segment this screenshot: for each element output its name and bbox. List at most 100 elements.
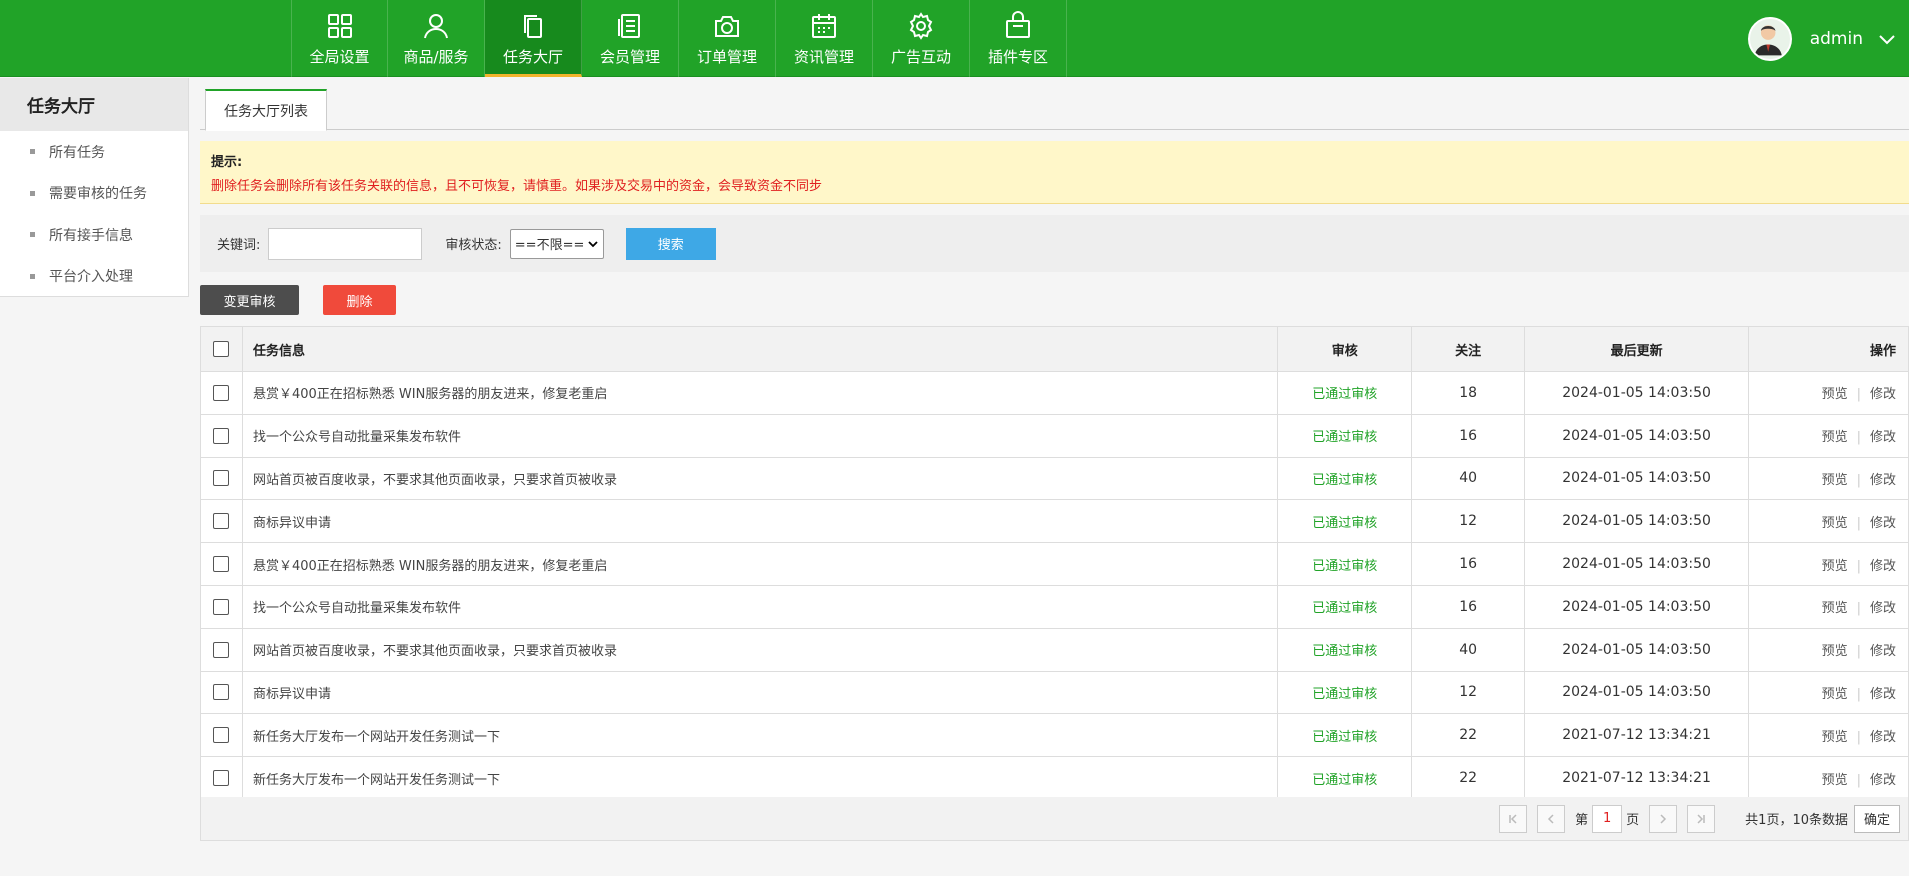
status-select[interactable]: ==不限== (509, 228, 604, 259)
first-page-icon (1509, 813, 1517, 824)
bullet-icon (30, 232, 35, 238)
row-checkbox[interactable] (213, 470, 230, 487)
task-title[interactable]: 商标异议申请 (241, 499, 1279, 544)
row-checkbox[interactable] (213, 684, 230, 701)
row-select-cell (200, 584, 243, 629)
nav-label: 全局设置 (309, 48, 370, 66)
last-updated: 2024-01-05 14:03:50 (1524, 542, 1750, 586)
notice-box: 提示: 删除任务会删除所有该任务关联的信息，且不可恢复，请慎重。如果涉及交易中的… (200, 141, 1909, 204)
row-select-cell (200, 670, 243, 715)
preview-link[interactable]: 预览 (1822, 601, 1848, 616)
sidebar-item-platform-intervention[interactable]: 平台介入处理 (0, 256, 188, 298)
task-title[interactable]: 悬赏￥400正在招标熟悉 WIN服务器的朋友进来，修复老重启 (241, 371, 1279, 415)
preview-link[interactable]: 预览 (1822, 559, 1848, 574)
last-page-icon (1697, 813, 1705, 824)
edit-link[interactable]: 修改 (1870, 601, 1896, 616)
task-title[interactable]: 新任务大厅发布一个网站开发任务测试一下 (241, 713, 1279, 758)
preview-link[interactable]: 预览 (1822, 430, 1848, 445)
tab-task-hall-list[interactable]: 任务大厅列表 (205, 89, 327, 131)
preview-link[interactable]: 预览 (1822, 473, 1848, 488)
task-title[interactable]: 网站首页被百度收录，不要求其他页面收录，只要求首页被收录 (241, 456, 1279, 501)
follow-count: 16 (1411, 584, 1526, 629)
edit-link[interactable]: 修改 (1870, 773, 1896, 788)
nav-item-member-management[interactable]: 会员管理 (582, 0, 679, 77)
sidebar-item-all-tasks[interactable]: 所有任务 (0, 131, 188, 173)
sidebar-item-all-takers[interactable]: 所有接手信息 (0, 214, 188, 256)
next-page-button[interactable] (1649, 804, 1678, 833)
nav-item-task-hall[interactable]: 任务大厅 (485, 0, 582, 77)
delete-button[interactable]: 删除 (323, 285, 396, 315)
search-button[interactable]: 搜索 (625, 227, 716, 260)
select-all-cell (200, 326, 243, 372)
row-operations: 预览 | 修改 (1748, 499, 1909, 544)
row-checkbox[interactable] (213, 513, 230, 530)
row-checkbox[interactable] (213, 770, 230, 787)
select-all-checkbox[interactable] (213, 341, 230, 357)
nav-item-order-management[interactable]: 订单管理 (679, 0, 776, 77)
sidebar-item-label: 所有任务 (49, 144, 105, 161)
edit-link[interactable]: 修改 (1870, 473, 1896, 488)
table-header-row: 任务信息 审核 关注 最后更新 操作 (200, 326, 1909, 372)
user-menu[interactable]: admin (1747, 0, 1897, 77)
preview-link[interactable]: 预览 (1822, 516, 1848, 531)
nav-item-ad-interaction[interactable]: 广告互动 (873, 0, 970, 77)
last-updated: 2024-01-05 14:03:50 (1524, 627, 1750, 672)
sidebar-list: 所有任务 需要审核的任务 所有接手信息 平台介入处理 (0, 131, 188, 297)
preview-link[interactable]: 预览 (1822, 730, 1848, 745)
edit-link[interactable]: 修改 (1870, 559, 1896, 574)
edit-link[interactable]: 修改 (1870, 730, 1896, 745)
change-review-button[interactable]: 变更审核 (200, 285, 299, 315)
chevron-right-icon (1660, 813, 1667, 824)
edit-link[interactable]: 修改 (1870, 644, 1896, 659)
sidebar-item-pending-review[interactable]: 需要审核的任务 (0, 173, 188, 215)
nav-item-global-settings[interactable]: 全局设置 (291, 0, 388, 77)
last-page-button[interactable] (1687, 804, 1716, 833)
edit-link[interactable]: 修改 (1870, 430, 1896, 445)
task-title[interactable]: 找一个公众号自动批量采集发布软件 (241, 413, 1279, 458)
task-title[interactable]: 新任务大厅发布一个网站开发任务测试一下 (241, 756, 1279, 800)
audit-status: 已通过审核 (1277, 584, 1413, 629)
row-operations: 预览 | 修改 (1748, 756, 1909, 800)
table-row: 网站首页被百度收录，不要求其他页面收录，只要求首页被收录 已通过审核 40 2024-… (200, 456, 1909, 501)
page-number-input[interactable]: 1 (1592, 804, 1623, 833)
audit-status: 已通过审核 (1277, 670, 1413, 715)
row-checkbox[interactable] (213, 384, 230, 401)
row-checkbox[interactable] (213, 727, 230, 744)
row-checkbox[interactable] (213, 641, 230, 658)
prev-page-button[interactable] (1537, 804, 1566, 833)
preview-link[interactable]: 预览 (1822, 387, 1848, 402)
last-updated: 2024-01-05 14:03:50 (1524, 413, 1750, 458)
page-total: 共1页，10条数据 (1745, 813, 1848, 828)
nav-item-plugin-zone[interactable]: 插件专区 (970, 0, 1067, 77)
row-select-cell (200, 413, 243, 458)
table-row: 找一个公众号自动批量采集发布软件 已通过审核 16 2024-01-05 14:03:… (200, 413, 1909, 458)
task-title[interactable]: 网站首页被百度收录，不要求其他页面收录，只要求首页被收录 (241, 627, 1279, 672)
row-select-cell (200, 542, 243, 586)
follow-count: 40 (1411, 456, 1526, 501)
first-page-button[interactable] (1499, 804, 1528, 833)
edit-link[interactable]: 修改 (1870, 387, 1896, 402)
op-separator: | (1856, 472, 1861, 488)
sidebar-item-label: 所有接手信息 (49, 227, 133, 244)
row-checkbox[interactable] (213, 427, 230, 444)
task-title[interactable]: 商标异议申请 (241, 670, 1279, 715)
row-checkbox[interactable] (213, 556, 230, 573)
confirm-page-button[interactable]: 确定 (1854, 804, 1900, 833)
user-name[interactable]: admin (1810, 29, 1863, 49)
keyword-input[interactable] (268, 227, 423, 260)
edit-link[interactable]: 修改 (1870, 687, 1896, 702)
row-checkbox[interactable] (213, 598, 230, 615)
avatar[interactable] (1747, 16, 1792, 61)
preview-link[interactable]: 预览 (1822, 687, 1848, 702)
row-operations: 预览 | 修改 (1748, 713, 1909, 758)
chevron-down-icon[interactable] (1877, 29, 1897, 49)
task-title[interactable]: 悬赏￥400正在招标熟悉 WIN服务器的朋友进来，修复老重启 (241, 542, 1279, 586)
nav-item-news-management[interactable]: 资讯管理 (776, 0, 873, 77)
preview-link[interactable]: 预览 (1822, 644, 1848, 659)
edit-link[interactable]: 修改 (1870, 516, 1896, 531)
preview-link[interactable]: 预览 (1822, 773, 1848, 788)
nav-item-goods-services[interactable]: 商品/服务 (388, 0, 485, 77)
task-title[interactable]: 找一个公众号自动批量采集发布软件 (241, 584, 1279, 629)
audit-status: 已通过审核 (1277, 371, 1413, 415)
user-icon (424, 14, 448, 39)
